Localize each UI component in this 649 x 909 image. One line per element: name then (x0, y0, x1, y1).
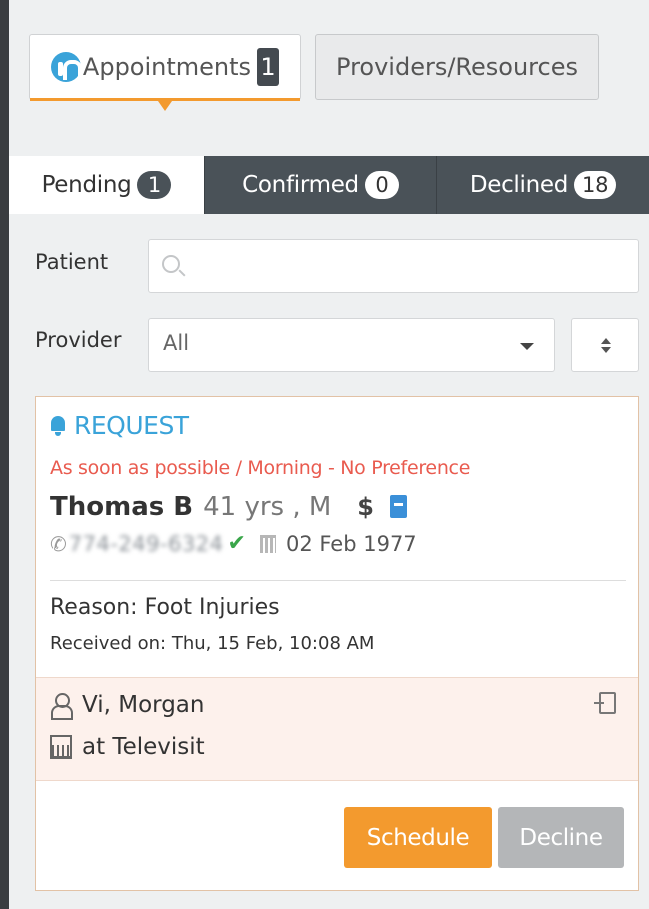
location-line: at Televisit (50, 734, 205, 760)
insurance-card-icon[interactable] (390, 495, 407, 518)
sort-button[interactable] (571, 318, 639, 372)
tab-providers-resources[interactable]: Providers/Resources (315, 34, 599, 100)
phone-icon: ✆ (50, 531, 67, 556)
tab-appointments[interactable]: Appointments 1 (29, 34, 301, 111)
patient-age-sex: 41 yrs , M (203, 492, 332, 522)
patient-search-input[interactable] (148, 239, 639, 293)
chevron-down-icon (520, 343, 534, 350)
schedule-button[interactable]: Schedule (344, 807, 492, 868)
request-header: REQUEST (50, 411, 189, 440)
provider-line: Vi, Morgan (50, 692, 205, 720)
patient-summary: Thomas B 41 yrs , M $ (50, 492, 407, 522)
received-timestamp: Received on: Thu, 15 Feb, 10:08 AM (50, 633, 375, 654)
tab-confirmed[interactable]: Confirmed 0 (204, 156, 436, 214)
declined-count-badge: 18 (574, 171, 617, 199)
notes-icon[interactable] (594, 692, 616, 714)
tab-providers-label: Providers/Resources (336, 53, 578, 81)
tab-confirmed-label: Confirmed (242, 172, 359, 198)
doctor-icon (50, 693, 73, 720)
check-icon: ✔ (227, 531, 246, 556)
patient-phone: 774-249-6324 (68, 531, 224, 556)
sort-up-icon (601, 338, 611, 344)
decline-button[interactable]: Decline (498, 807, 624, 868)
tab-declined-label: Declined (469, 172, 569, 198)
status-tab-bar: Pending 1 Confirmed 0 Declined 18 (9, 156, 649, 214)
calendar-icon (259, 534, 276, 553)
building-icon (50, 735, 72, 759)
dollar-icon: $ (357, 493, 374, 521)
tab-declined[interactable]: Declined 18 (436, 156, 649, 214)
visit-reason: Reason: Foot Injuries (50, 595, 280, 620)
app-logo-icon (50, 52, 82, 82)
patient-contact: ✆ 774-249-6324 ✔ 02 Feb 1977 (50, 531, 417, 556)
window-edge (0, 0, 9, 909)
confirmed-count-badge: 0 (364, 171, 399, 199)
provider-label: Provider (35, 328, 122, 352)
tab-pending-label: Pending (41, 172, 132, 198)
sort-down-icon (601, 347, 611, 353)
search-icon (162, 255, 180, 273)
provider-select-value: All (163, 331, 190, 355)
patient-dob: 02 Feb 1977 (285, 531, 417, 556)
tab-pending[interactable]: Pending 1 (9, 156, 204, 214)
patient-name[interactable]: Thomas B (50, 492, 193, 522)
divider (50, 580, 626, 581)
provider-select[interactable]: All (148, 318, 555, 372)
appointment-request-card[interactable]: REQUEST As soon as possible / Morning - … (35, 396, 639, 891)
provider-location-section: Vi, Morgan at Televisit (36, 677, 638, 781)
provider-name: Vi, Morgan (82, 692, 205, 718)
pending-count-badge: 1 (137, 171, 172, 199)
location-name: at Televisit (82, 734, 205, 760)
appointments-count-badge: 1 (257, 48, 280, 86)
bell-icon (50, 415, 66, 436)
time-preference: As soon as possible / Morning - No Prefe… (50, 457, 471, 479)
appointments-panel: Appointments 1 Providers/Resources Pendi… (9, 0, 649, 909)
tab-appointments-label: Appointments (82, 53, 252, 81)
patient-label: Patient (35, 250, 109, 274)
request-type-label: REQUEST (74, 411, 189, 440)
